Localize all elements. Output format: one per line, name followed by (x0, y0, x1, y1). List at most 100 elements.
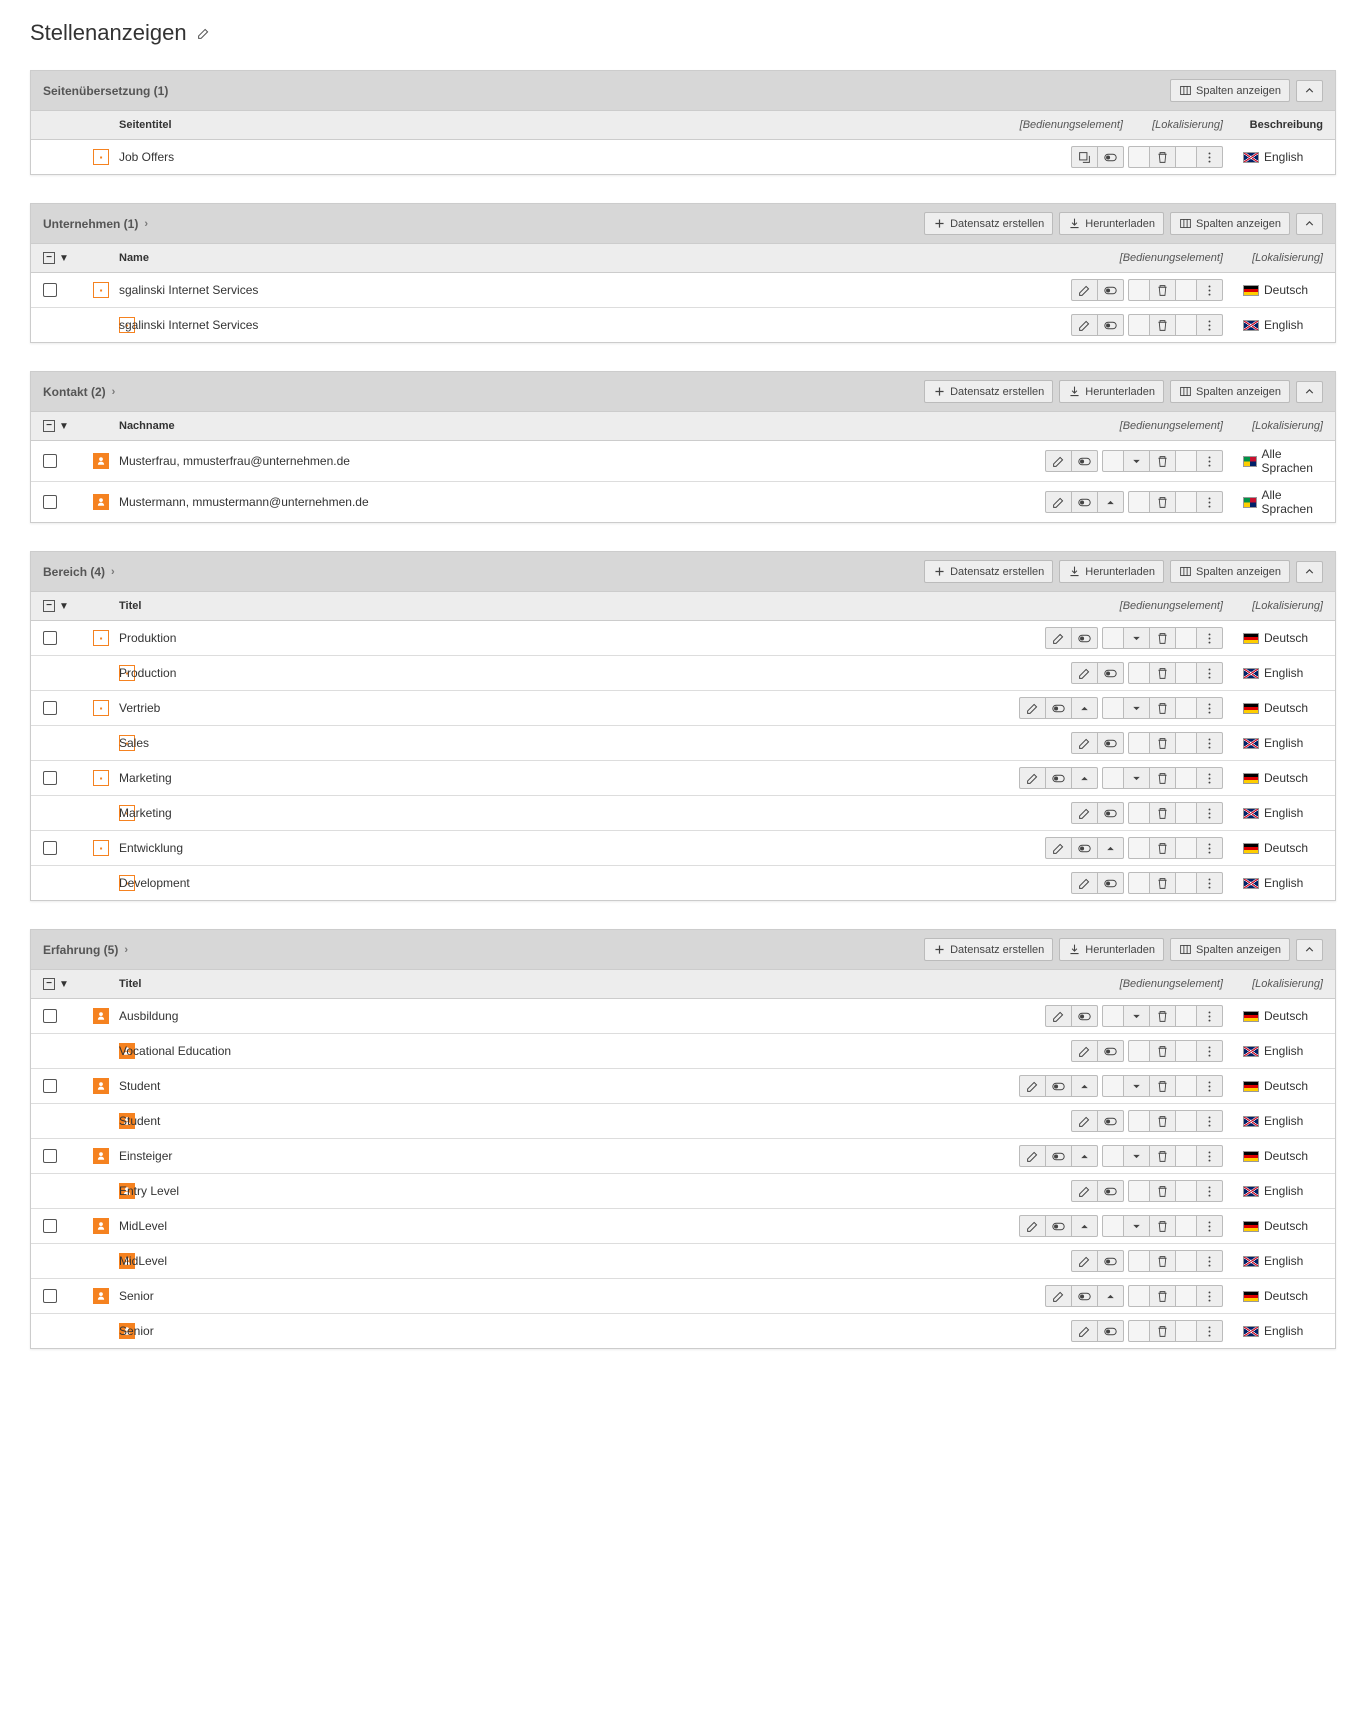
toggle-button[interactable] (1097, 279, 1124, 301)
col-header-name[interactable]: Titel (119, 600, 1093, 612)
down-button[interactable] (1123, 627, 1150, 649)
edit-button[interactable] (1071, 1320, 1098, 1342)
edit-button[interactable] (1045, 627, 1072, 649)
more-button[interactable] (1196, 872, 1223, 894)
trash-button[interactable] (1149, 1040, 1176, 1062)
trash-button[interactable] (1149, 802, 1176, 824)
edit-button[interactable] (1019, 697, 1046, 719)
show-columns-button[interactable]: Spalten anzeigen (1170, 212, 1290, 235)
row-checkbox[interactable] (43, 1219, 57, 1233)
row-title[interactable]: Student (119, 1114, 1071, 1128)
toggle-button[interactable] (1097, 146, 1124, 168)
row-title[interactable]: Mustermann, mmustermann@unternehmen.de (119, 495, 1045, 509)
edit-button[interactable] (1045, 1285, 1072, 1307)
newwin-button[interactable] (1071, 146, 1098, 168)
edit-button[interactable] (1071, 1250, 1098, 1272)
expand-all-toggle[interactable]: − (43, 978, 55, 990)
show-columns-button[interactable]: Spalten anzeigen (1170, 380, 1290, 403)
download-button[interactable]: Herunterladen (1059, 938, 1164, 961)
collapse-button[interactable] (1296, 381, 1323, 403)
more-button[interactable] (1196, 314, 1223, 336)
more-button[interactable] (1196, 1215, 1223, 1237)
toggle-button[interactable] (1045, 1075, 1072, 1097)
up-button[interactable] (1097, 491, 1124, 513)
row-title[interactable]: Marketing (119, 771, 1019, 785)
edit-button[interactable] (1071, 1110, 1098, 1132)
more-button[interactable] (1196, 1005, 1223, 1027)
trash-button[interactable] (1149, 732, 1176, 754)
trash-button[interactable] (1149, 872, 1176, 894)
row-checkbox[interactable] (43, 1289, 57, 1303)
dropdown-caret-icon[interactable]: ▼ (59, 979, 69, 990)
toggle-button[interactable] (1071, 1005, 1098, 1027)
toggle-button[interactable] (1097, 1320, 1124, 1342)
row-title[interactable]: Production (119, 666, 1071, 680)
more-button[interactable] (1196, 1145, 1223, 1167)
trash-button[interactable] (1149, 662, 1176, 684)
edit-button[interactable] (1019, 1145, 1046, 1167)
toggle-button[interactable] (1071, 450, 1098, 472)
row-title[interactable]: Ausbildung (119, 1009, 1045, 1023)
more-button[interactable] (1196, 697, 1223, 719)
edit-button[interactable] (1071, 1040, 1098, 1062)
more-button[interactable] (1196, 1180, 1223, 1202)
row-title[interactable]: MidLevel (119, 1254, 1071, 1268)
toggle-button[interactable] (1097, 1110, 1124, 1132)
trash-button[interactable] (1149, 1250, 1176, 1272)
row-checkbox[interactable] (43, 631, 57, 645)
row-checkbox[interactable] (43, 283, 57, 297)
trash-button[interactable] (1149, 314, 1176, 336)
create-record-button[interactable]: Datensatz erstellen (924, 938, 1053, 961)
chevron-right-icon[interactable]: › (144, 218, 148, 230)
more-button[interactable] (1196, 1040, 1223, 1062)
row-checkbox[interactable] (43, 1079, 57, 1093)
col-header-name[interactable]: Seitentitel (119, 119, 993, 131)
row-checkbox[interactable] (43, 1009, 57, 1023)
toggle-button[interactable] (1071, 837, 1098, 859)
more-button[interactable] (1196, 802, 1223, 824)
up-button[interactable] (1097, 1285, 1124, 1307)
trash-button[interactable] (1149, 1215, 1176, 1237)
row-title[interactable]: Vocational Education (119, 1044, 1071, 1058)
edit-button[interactable] (1019, 1215, 1046, 1237)
edit-button[interactable] (1071, 802, 1098, 824)
toggle-button[interactable] (1097, 662, 1124, 684)
up-button[interactable] (1071, 697, 1098, 719)
row-checkbox[interactable] (43, 841, 57, 855)
toggle-button[interactable] (1045, 767, 1072, 789)
down-button[interactable] (1123, 767, 1150, 789)
expand-all-toggle[interactable]: − (43, 252, 55, 264)
toggle-button[interactable] (1045, 1215, 1072, 1237)
toggle-button[interactable] (1097, 1040, 1124, 1062)
edit-button[interactable] (1071, 1180, 1098, 1202)
trash-button[interactable] (1149, 146, 1176, 168)
toggle-button[interactable] (1071, 491, 1098, 513)
trash-button[interactable] (1149, 450, 1176, 472)
trash-button[interactable] (1149, 767, 1176, 789)
trash-button[interactable] (1149, 837, 1176, 859)
collapse-button[interactable] (1296, 213, 1323, 235)
more-button[interactable] (1196, 837, 1223, 859)
row-title[interactable]: Marketing (119, 806, 1071, 820)
more-button[interactable] (1196, 1110, 1223, 1132)
row-title[interactable]: Vertrieb (119, 701, 1019, 715)
row-title[interactable]: sgalinski Internet Services (119, 318, 1071, 332)
more-button[interactable] (1196, 1285, 1223, 1307)
trash-button[interactable] (1149, 1180, 1176, 1202)
up-button[interactable] (1071, 1215, 1098, 1237)
edit-button[interactable] (1071, 314, 1098, 336)
download-button[interactable]: Herunterladen (1059, 212, 1164, 235)
toggle-button[interactable] (1097, 1250, 1124, 1272)
row-checkbox[interactable] (43, 454, 57, 468)
show-columns-button[interactable]: Spalten anzeigen (1170, 938, 1290, 961)
dropdown-caret-icon[interactable]: ▼ (59, 601, 69, 612)
trash-button[interactable] (1149, 627, 1176, 649)
edit-button[interactable] (1071, 872, 1098, 894)
more-button[interactable] (1196, 732, 1223, 754)
down-button[interactable] (1123, 1145, 1150, 1167)
more-button[interactable] (1196, 146, 1223, 168)
trash-button[interactable] (1149, 1285, 1176, 1307)
trash-button[interactable] (1149, 697, 1176, 719)
up-button[interactable] (1071, 1145, 1098, 1167)
create-record-button[interactable]: Datensatz erstellen (924, 560, 1053, 583)
